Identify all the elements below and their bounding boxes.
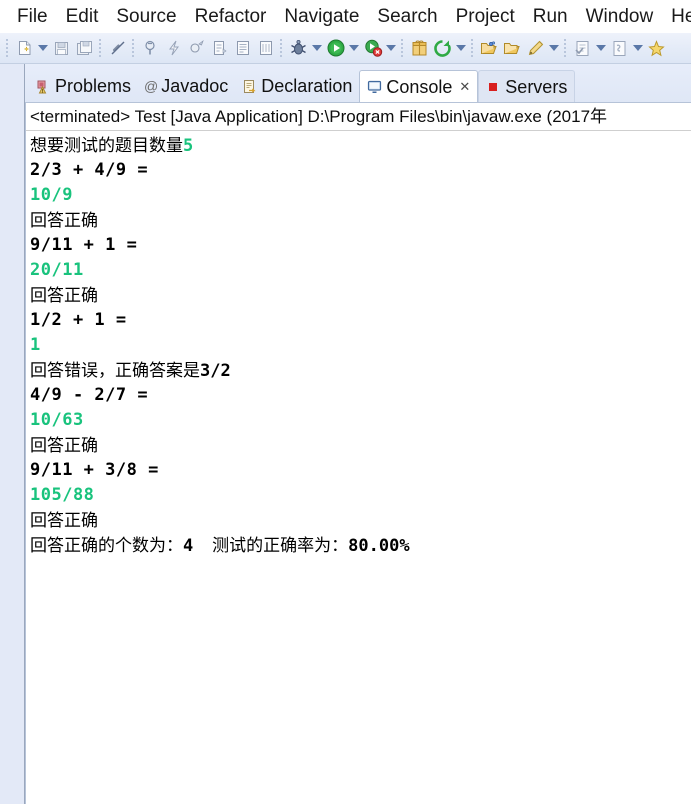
accuracy-rate-value: 80.00%: [348, 536, 410, 557]
new-file-icon[interactable]: [14, 38, 35, 59]
console-line: 回答正确: [30, 436, 98, 456]
menu-item-window[interactable]: Window: [577, 7, 663, 26]
console-launch-header: <terminated> Test [Java Application] D:\…: [26, 103, 691, 132]
console-line: 想要测试的题目数量5: [30, 133, 691, 158]
build-icon: [186, 38, 207, 59]
open-task-icon: [209, 38, 230, 59]
menu-item-search[interactable]: Search: [368, 7, 446, 26]
run-external-dropdown-arrow[interactable]: [384, 38, 397, 58]
tab-console[interactable]: Console ✕: [359, 70, 479, 102]
next-annotation-dropdown-arrow[interactable]: [594, 38, 607, 58]
summary-gap: [193, 536, 212, 555]
toolbar-separator: [99, 39, 103, 57]
refresh-icon[interactable]: [432, 38, 453, 59]
menu-item-run[interactable]: Run: [524, 7, 577, 26]
accuracy-rate-label: 测试的正确率为：: [212, 536, 349, 556]
console-correct-answer: 3/2: [200, 361, 231, 382]
console-line: 回答正确: [30, 511, 98, 531]
problems-icon: [35, 78, 51, 94]
close-icon[interactable]: ✕: [459, 80, 470, 93]
refresh-dropdown-arrow[interactable]: [454, 38, 467, 58]
console-line: 9/11 + 1 =: [30, 235, 138, 256]
save-all-icon: [74, 38, 95, 59]
measure-icon: [255, 38, 276, 59]
correct-count-value: 4: [183, 536, 194, 557]
left-gutter: [0, 64, 25, 804]
console-output: 想要测试的题目数量5 2/3 + 4/9 = 10/9 回答正确 9/11 + …: [26, 131, 691, 558]
javadoc-at-icon: @: [144, 78, 159, 94]
console-line: 9/11 + 3/8 =: [30, 460, 159, 481]
console-line: 2/3 + 4/9 =: [30, 160, 149, 181]
console-input-echo: 5: [183, 136, 194, 157]
new-package-icon[interactable]: [409, 38, 430, 59]
console-line: 回答错误，正确答案是3/2: [30, 358, 691, 383]
console-line: 10/63: [30, 410, 84, 431]
toolbar-separator: [132, 39, 136, 57]
tab-problems-label: Problems: [55, 76, 132, 96]
menu-item-navigate[interactable]: Navigate: [275, 7, 368, 26]
console-line: 4/9 - 2/7 =: [30, 385, 149, 406]
tab-servers-label: Servers: [505, 76, 568, 97]
console-summary-line: 回答正确的个数为：4 测试的正确率为：80.00%: [30, 533, 691, 558]
toolbar-separator: [6, 39, 10, 57]
debug-icon[interactable]: [288, 38, 309, 59]
toolbar-separator: [471, 39, 475, 57]
toolbar-separator: [401, 39, 405, 57]
run-icon[interactable]: [325, 38, 346, 59]
console-icon: [366, 79, 382, 95]
workbench-body: Problems @ Javadoc Declaration Console ✕…: [0, 64, 691, 804]
console-line: 1: [30, 335, 41, 356]
run-external-icon[interactable]: [362, 38, 383, 59]
menu-item-source[interactable]: Source: [107, 7, 185, 26]
tab-declaration[interactable]: Declaration: [235, 70, 359, 102]
run-dropdown-arrow[interactable]: [347, 38, 360, 58]
menu-item-file[interactable]: File: [8, 7, 57, 26]
console-line: 回答正确: [30, 286, 98, 306]
search-pencil-icon[interactable]: [525, 38, 546, 59]
menu-item-refactor[interactable]: Refactor: [186, 7, 276, 26]
console-line: 1/2 + 1 =: [30, 310, 127, 331]
console-line: 10/9: [30, 185, 73, 206]
search-pencil-dropdown-arrow[interactable]: [547, 38, 560, 58]
tab-javadoc[interactable]: @ Javadoc: [138, 70, 235, 102]
previous-edit-icon: [609, 38, 630, 59]
correct-count-label: 回答正确的个数为：: [30, 536, 183, 556]
no-link-icon: [107, 38, 128, 59]
quick-fix-icon: [163, 38, 184, 59]
menu-item-project[interactable]: Project: [447, 7, 524, 26]
tab-problems[interactable]: Problems: [29, 70, 138, 102]
view-tab-bar: Problems @ Javadoc Declaration Console ✕…: [25, 64, 691, 102]
next-annotation-icon: [572, 38, 593, 59]
main-toolbar: [0, 33, 691, 64]
servers-icon: [485, 79, 501, 95]
open-folder-icon[interactable]: [502, 38, 523, 59]
tab-javadoc-label: Javadoc: [161, 76, 229, 96]
open-editor-icon: [232, 38, 253, 59]
toolbar-separator: [280, 39, 284, 57]
menu-bar: File Edit Source Refactor Navigate Searc…: [0, 0, 691, 33]
tab-console-label: Console: [386, 76, 453, 97]
tab-declaration-label: Declaration: [261, 76, 353, 96]
tab-servers[interactable]: Servers: [478, 70, 576, 102]
declaration-icon: [241, 78, 257, 94]
console-line-text: 回答错误，正确答案是: [30, 361, 200, 381]
previous-edit-dropdown-arrow[interactable]: [631, 38, 644, 58]
save-icon: [51, 38, 72, 59]
console-line-text: 想要测试的题目数量: [30, 136, 183, 156]
console-line: 回答正确: [30, 211, 98, 231]
new-file-dropdown-arrow[interactable]: [36, 38, 49, 58]
debug-dropdown-arrow[interactable]: [310, 38, 323, 58]
open-type-icon[interactable]: [479, 38, 500, 59]
view-stack: Problems @ Javadoc Declaration Console ✕…: [25, 64, 691, 804]
console-view[interactable]: <terminated> Test [Java Application] D:\…: [25, 102, 691, 804]
console-line: 105/88: [30, 485, 95, 506]
star-icon[interactable]: [646, 38, 667, 59]
menu-item-help[interactable]: Help: [662, 7, 691, 26]
console-line: 20/11: [30, 260, 84, 281]
print-icon: [140, 38, 161, 59]
menu-item-edit[interactable]: Edit: [57, 7, 108, 26]
toolbar-separator: [564, 39, 568, 57]
